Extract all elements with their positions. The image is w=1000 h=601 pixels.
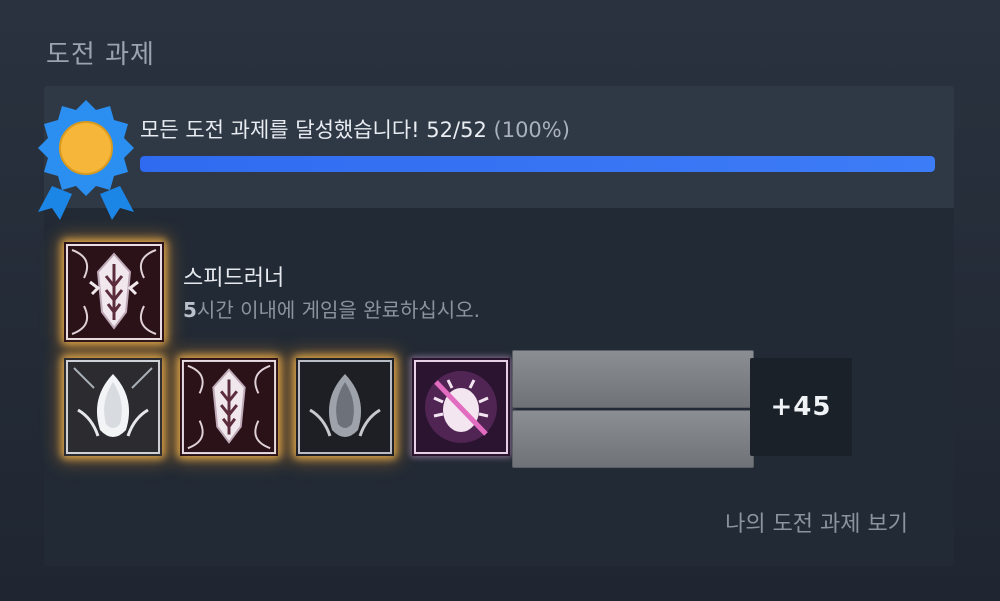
dark-silk-achievement-icon[interactable] <box>296 358 394 456</box>
achievements-panel: 모든 도전 과제를 달성했습니다! 52/52 (100%) 스피드러너 5시간… <box>38 86 954 566</box>
progress-fill <box>140 156 935 172</box>
white-silk-achievement-icon[interactable] <box>64 358 162 456</box>
more-achievements-button[interactable]: +45 <box>750 358 852 456</box>
more-achievements-count: +45 <box>770 392 832 422</box>
achievement-summary[interactable]: 모든 도전 과제를 달성했습니다! 52/52 (100%) <box>38 86 954 220</box>
summary-percent: (100%) <box>493 118 570 142</box>
desc-rest: 시간 이내에 게임을 완료하십시오. <box>196 298 480 322</box>
summary-count: 52/52 <box>426 118 487 142</box>
summary-message: 모든 도전 과제를 달성했습니다! <box>140 118 420 142</box>
featured-achievement-name: 스피드러너 <box>183 266 285 291</box>
speedrunner-achievement-icon[interactable] <box>180 358 278 456</box>
section-title: 도전 과제 <box>46 40 155 70</box>
view-my-achievements-link[interactable]: 나의 도전 과제 보기 <box>725 506 908 538</box>
featured-achievement-desc: 5시간 이내에 게임을 완료하십시오. <box>183 294 480 323</box>
desc-prefix: 5 <box>183 298 197 322</box>
speedrunner-achievement-icon[interactable] <box>64 242 164 342</box>
bug-crossed-achievement-icon[interactable] <box>412 358 510 456</box>
hidden-achievement-placeholder <box>512 410 754 468</box>
ribbon-medal-icon <box>32 94 140 230</box>
hidden-achievement-placeholder <box>512 350 754 408</box>
progress-bar <box>140 156 935 172</box>
summary-text: 모든 도전 과제를 달성했습니다! 52/52 (100%) <box>140 114 570 144</box>
